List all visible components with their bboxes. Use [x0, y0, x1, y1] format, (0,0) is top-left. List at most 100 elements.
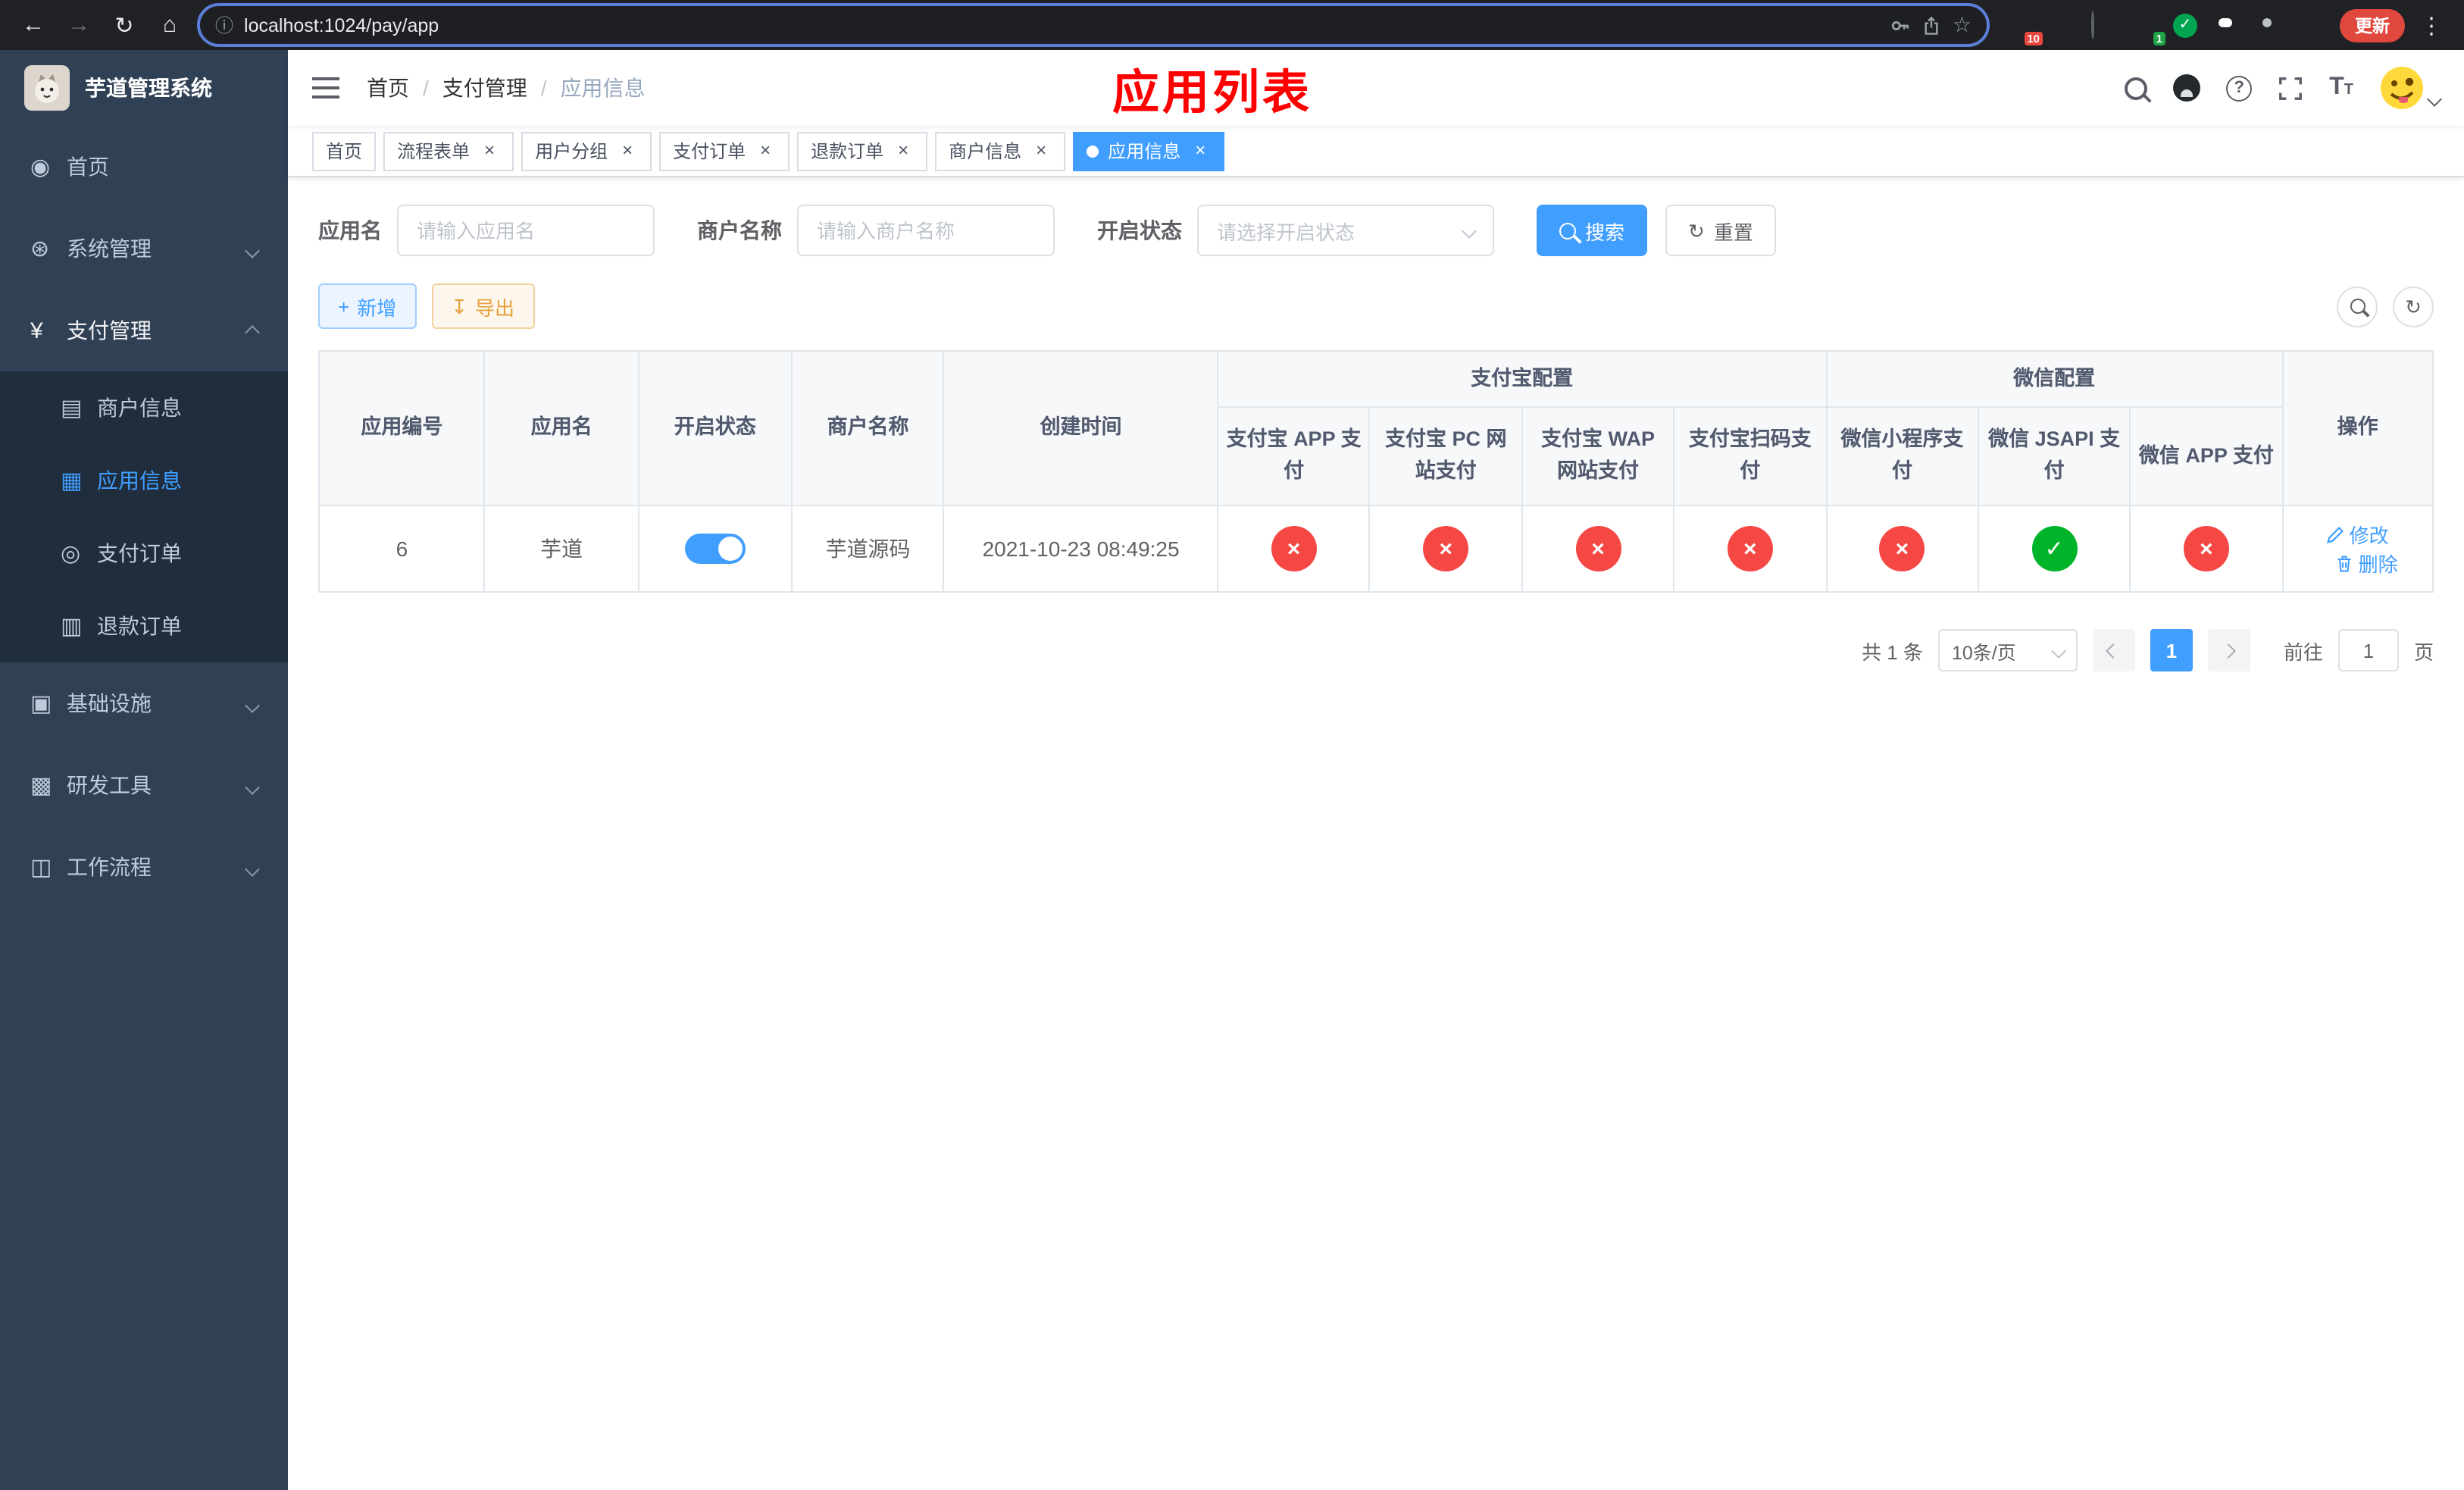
download-icon: ↧: [451, 295, 468, 318]
export-button[interactable]: ↧ 导出: [431, 283, 535, 329]
sidebar-item-app-info[interactable]: ▦ 应用信息: [0, 444, 288, 517]
chevron-down-icon: [245, 236, 260, 261]
extension-blue-icon[interactable]: [2049, 11, 2076, 39]
sidebar-item-dev-tools[interactable]: ▩ 研发工具: [0, 744, 288, 826]
tab-refund-order[interactable]: 退款订单 ×: [797, 131, 928, 171]
sidebar-item-home[interactable]: ◉ 首页: [0, 126, 288, 208]
chrome-update-button[interactable]: 更新: [2340, 8, 2405, 42]
tab-user-group[interactable]: 用户分组 ×: [521, 131, 652, 171]
close-icon[interactable]: ×: [893, 139, 914, 161]
close-icon[interactable]: ×: [617, 139, 638, 161]
trash-icon: [2338, 555, 2352, 571]
navbar-actions: ? TT: [2125, 65, 2442, 111]
extension-dark-icon[interactable]: [2090, 10, 2117, 39]
extension-avatar-icon[interactable]: 1: [2131, 11, 2165, 45]
goto-label: 前往: [2283, 640, 2323, 663]
sidebar-item-infrastructure[interactable]: ▣ 基础设施: [0, 662, 288, 744]
col-alipay-app: 支付宝 APP 支付: [1217, 406, 1371, 506]
goto-page-input[interactable]: [2337, 629, 2399, 671]
col-merchant: 商户名称: [791, 350, 945, 506]
order-icon: ◎: [61, 541, 81, 567]
url-bar[interactable]: ⓘ localhost:1024/pay/app ☆: [197, 3, 1990, 47]
tab-process-form[interactable]: 流程表单 ×: [383, 131, 514, 171]
bookmark-star-icon[interactable]: ☆: [1953, 12, 1972, 38]
github-icon[interactable]: [2173, 74, 2201, 102]
status-cross-icon: ×: [1575, 526, 1621, 571]
chevron-up-icon: [245, 318, 260, 343]
close-icon[interactable]: ×: [479, 139, 500, 161]
refresh-table-button[interactable]: ↻: [2393, 286, 2434, 327]
sidebar-item-label: 工作流程: [67, 855, 152, 879]
app-logo-image: [24, 65, 70, 111]
sidebar-item-workflow[interactable]: ◫ 工作流程: [0, 826, 288, 908]
edit-button[interactable]: 修改: [2327, 520, 2389, 549]
cell-app-name: 芋道: [483, 505, 639, 593]
breadcrumb-payment[interactable]: 支付管理: [409, 73, 527, 103]
tab-home[interactable]: 首页: [312, 131, 377, 171]
chevron-left-icon: [2106, 643, 2122, 658]
app-table: 应用编号 应用名 开启状态 商户名称 创建时间 支付宝配置 微信配置 操作 支付…: [317, 350, 2434, 593]
browser-back-icon[interactable]: ←: [15, 7, 52, 43]
edit-pencil-icon: [2327, 525, 2344, 543]
status-toggle[interactable]: [684, 534, 746, 564]
sidebar-item-label: 应用信息: [97, 468, 182, 493]
extension-wechat-icon[interactable]: [2212, 11, 2240, 39]
sidebar-item-system[interactable]: ⊛ 系统管理: [0, 208, 288, 290]
extension-pin-icon[interactable]: [2253, 11, 2281, 39]
breadcrumb-home[interactable]: 首页: [367, 73, 409, 103]
extension-check-icon[interactable]: ✓: [2172, 11, 2199, 39]
add-button[interactable]: + 新增: [318, 283, 417, 329]
password-key-icon[interactable]: [1890, 14, 1912, 36]
sidebar-item-merchant-info[interactable]: ▤ 商户信息: [0, 371, 288, 444]
app-logo[interactable]: 芋道管理系统: [0, 50, 288, 126]
status-select[interactable]: 请选择开启状态: [1197, 205, 1494, 256]
browser-menu-icon[interactable]: ⋮: [2414, 11, 2449, 39]
cell-app-id: 6: [317, 505, 486, 593]
tab-merchant-info[interactable]: 商户信息 ×: [935, 131, 1066, 171]
tab-pay-order[interactable]: 支付订单 ×: [659, 131, 790, 171]
next-page-button[interactable]: [2207, 629, 2250, 671]
site-info-icon[interactable]: ⓘ: [215, 12, 233, 38]
sidebar-item-pay-order[interactable]: ◎ 支付订单: [0, 517, 288, 590]
cell-actions: 修改 删除: [2281, 505, 2434, 593]
merchant-name-label: 商户名称: [697, 218, 782, 243]
status-cross-icon: ×: [1727, 526, 1773, 571]
browser-reload-icon[interactable]: ↻: [106, 7, 142, 43]
hamburger-icon[interactable]: [312, 77, 339, 99]
extension-grid-icon[interactable]: 10: [2008, 11, 2043, 45]
browser-forward-icon[interactable]: →: [61, 7, 97, 43]
page-size-select[interactable]: 10条/页: [1937, 629, 2078, 671]
app-name-input[interactable]: [397, 205, 655, 256]
reset-button[interactable]: ↻ 重置: [1665, 205, 1776, 256]
browser-home-icon[interactable]: ⌂: [152, 7, 188, 43]
sidebar-item-refund-order[interactable]: ▥ 退款订单: [0, 590, 288, 662]
share-icon[interactable]: [1922, 14, 1942, 36]
pagination: 共 1 条 10条/页 1 前往 页: [318, 629, 2434, 671]
refresh-icon: ↻: [2405, 295, 2422, 318]
sidebar-item-label: 首页: [67, 155, 109, 179]
help-icon[interactable]: ?: [2226, 75, 2253, 101]
sidebar-item-label: 退款订单: [97, 614, 182, 638]
prev-page-button[interactable]: [2092, 629, 2135, 671]
extensions-area: 10 1 ✓: [1999, 10, 2331, 45]
search-icon[interactable]: [2125, 77, 2148, 99]
profile-avatar[interactable]: [2294, 11, 2322, 39]
toggle-search-button[interactable]: [2337, 286, 2378, 327]
search-icon: [1559, 222, 1576, 239]
chevron-down-icon: [2427, 92, 2442, 107]
tags-view: 首页 流程表单 × 用户分组 × 支付订单 × 退款订单 × 商户信息 × 应用信息 ×: [288, 126, 2464, 177]
font-size-icon[interactable]: TT: [2329, 75, 2353, 99]
search-button[interactable]: 搜索: [1537, 205, 1648, 256]
page-number-1[interactable]: 1: [2150, 629, 2193, 671]
tab-app-info[interactable]: 应用信息 ×: [1073, 131, 1225, 171]
close-icon[interactable]: ×: [755, 139, 776, 161]
close-icon[interactable]: ×: [1030, 139, 1052, 161]
sidebar-item-payment[interactable]: ¥ 支付管理: [0, 290, 288, 371]
delete-button[interactable]: 删除: [2336, 549, 2398, 578]
merchant-name-input[interactable]: [797, 205, 1055, 256]
col-app-name: 应用名: [483, 350, 639, 506]
fullscreen-icon[interactable]: [2278, 75, 2303, 101]
close-icon[interactable]: ×: [1190, 139, 1211, 161]
user-avatar[interactable]: [2379, 65, 2442, 111]
table-toolbar: + 新增 ↧ 导出 ↻: [318, 283, 2434, 329]
